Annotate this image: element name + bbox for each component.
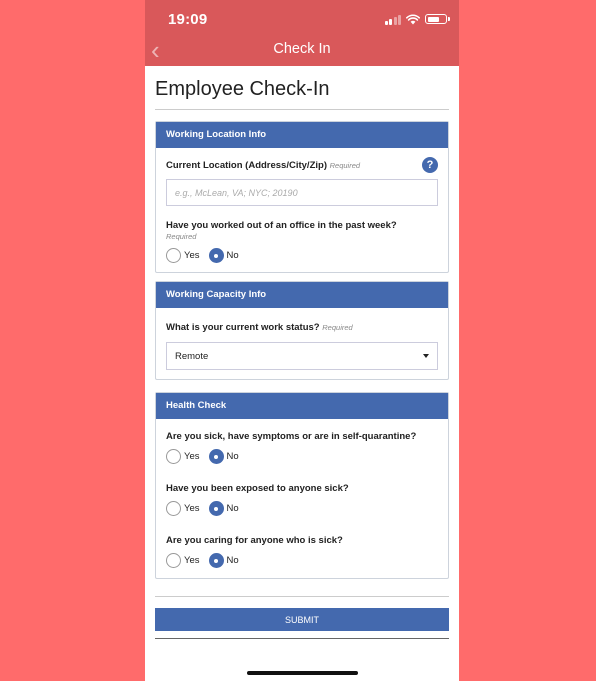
radio-unselected[interactable] — [166, 248, 181, 263]
radio-selected[interactable] — [208, 501, 224, 516]
required-note: Required — [329, 160, 361, 170]
question-circle-icon[interactable]: ? — [422, 157, 438, 173]
current-location-input[interactable] — [166, 179, 438, 206]
caring-yes-option[interactable]: Yes — [166, 553, 200, 568]
radio-unselected[interactable] — [166, 501, 181, 516]
home-indicator[interactable] — [247, 671, 358, 675]
health-check-card: Health Check Are you sick, have symptoms… — [155, 392, 449, 579]
card-header-location: Working Location Info — [156, 122, 448, 148]
working-location-card: Working Location Info Current Location (… — [155, 121, 449, 273]
page-title: Employee Check-In — [155, 78, 449, 110]
form-content: Employee Check-In Working Location Info … — [145, 78, 459, 639]
signal-icon — [384, 14, 401, 25]
divider — [155, 638, 449, 639]
top-bar: 19:09 ‹ Check In — [145, 0, 459, 66]
work-status-select[interactable]: Remote — [166, 342, 438, 370]
current-location-label: Current Location (Address/City/Zip) Requ… — [166, 159, 361, 171]
health-question-sick: Are you sick, have symptoms or are in se… — [166, 431, 417, 442]
radio-selected[interactable] — [208, 553, 224, 568]
radio-selected[interactable] — [208, 248, 224, 263]
required-note: Required — [322, 323, 353, 332]
office-yes-option[interactable]: Yes — [166, 248, 200, 263]
divider — [155, 596, 449, 597]
work-status-label: What is your current work status? Requir… — [166, 322, 353, 333]
working-capacity-card: Working Capacity Info What is your curre… — [155, 281, 449, 380]
radio-selected[interactable] — [208, 449, 224, 464]
status-icons — [384, 11, 450, 27]
caring-no-option[interactable]: No — [208, 553, 239, 568]
submit-button[interactable]: SUBMIT — [155, 608, 449, 631]
radio-unselected[interactable] — [166, 449, 181, 464]
sick-no-option[interactable]: No — [208, 449, 239, 464]
battery-icon — [425, 14, 450, 24]
caret-down-icon — [423, 354, 429, 358]
health-question-exposed: Have you been exposed to anyone sick? — [166, 483, 349, 494]
office-question: Have you worked out of an office in the … — [166, 219, 438, 241]
phone-screen: 19:09 ‹ Check In Employee Check-In Worki… — [145, 0, 459, 681]
nav-title: Check In — [273, 41, 331, 57]
status-time: 19:09 — [168, 11, 208, 28]
sick-yes-option[interactable]: Yes — [166, 449, 200, 464]
card-header-capacity: Working Capacity Info — [156, 282, 448, 308]
office-no-option[interactable]: No — [208, 248, 239, 263]
required-note: Required — [166, 232, 197, 241]
radio-unselected[interactable] — [166, 553, 181, 568]
card-header-health: Health Check — [156, 393, 448, 419]
exposed-no-option[interactable]: No — [208, 501, 239, 516]
wifi-icon — [406, 13, 420, 24]
exposed-yes-option[interactable]: Yes — [166, 501, 200, 516]
health-question-caring: Are you caring for anyone who is sick? — [166, 535, 343, 546]
